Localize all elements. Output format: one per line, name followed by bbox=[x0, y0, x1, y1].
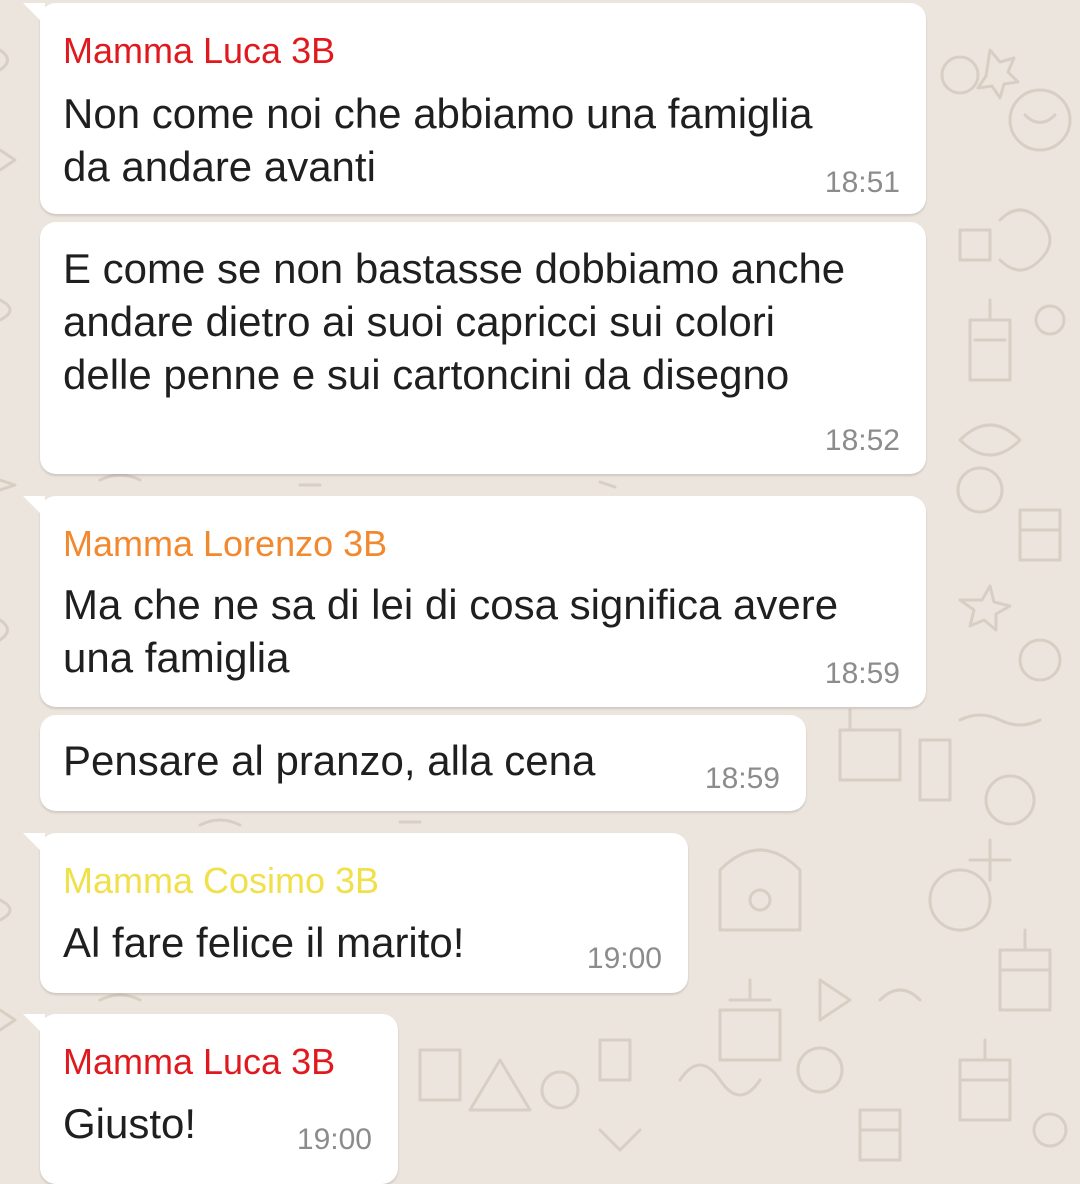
message-time: 19:00 bbox=[586, 942, 662, 975]
message-time: 18:59 bbox=[704, 762, 780, 795]
message-text: Giusto! bbox=[63, 1100, 197, 1147]
message-time: 19:00 bbox=[296, 1123, 372, 1156]
message-bubble[interactable]: Mamma Luca 3B Giusto! 19:00 bbox=[23, 1014, 398, 1184]
message-text: Al fare felice il marito! bbox=[63, 919, 465, 966]
sender-name: Mamma Luca 3B bbox=[63, 30, 336, 71]
message-bubble[interactable]: Pensare al pranzo, alla cena 18:59 bbox=[40, 715, 806, 811]
message-bubble[interactable]: E come se non bastasse dobbiamo anche an… bbox=[40, 222, 926, 474]
message-time: 18:52 bbox=[824, 424, 900, 457]
sender-name: Mamma Cosimo 3B bbox=[63, 860, 380, 901]
message-time: 18:59 bbox=[824, 657, 900, 690]
message-bubble[interactable]: Mamma Luca 3B Non come noi che abbiamo u… bbox=[23, 3, 926, 214]
message-time: 18:51 bbox=[824, 166, 900, 199]
message-text: Non come noi che abbiamo una famiglia da… bbox=[63, 90, 813, 190]
message-bubble[interactable]: Mamma Cosimo 3B Al fare felice il marito… bbox=[23, 833, 688, 993]
message-bubble[interactable]: Mamma Lorenzo 3B Ma che ne sa di lei di … bbox=[23, 496, 926, 707]
sender-name: Mamma Luca 3B bbox=[63, 1041, 336, 1082]
message-text: Pensare al pranzo, alla cena bbox=[63, 737, 596, 784]
sender-name: Mamma Lorenzo 3B bbox=[63, 523, 388, 564]
message-text: E come se non bastasse dobbiamo anche an… bbox=[63, 245, 846, 398]
message-text: Ma che ne sa di lei di cosa significa av… bbox=[63, 581, 839, 681]
